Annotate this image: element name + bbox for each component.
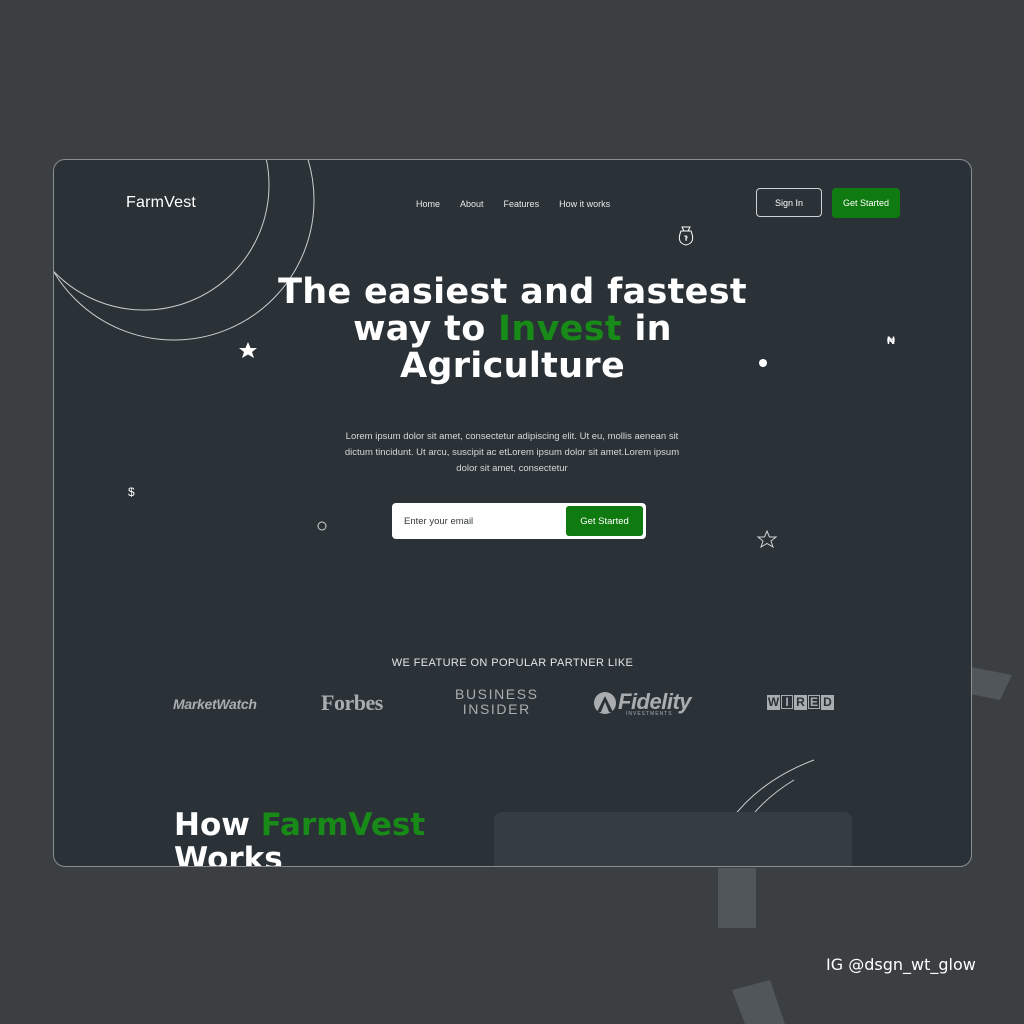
email-get-started-button[interactable]: Get Started [566,506,643,536]
hero-title-accent: Invest [498,309,622,349]
hero-description: Lorem ipsum dolor sit amet, consectetur … [344,431,680,474]
wired-letter: D [821,695,834,710]
watermark: IG @dsgn_wt_glow [826,955,976,974]
how-it-works-title: How FarmVest Works [174,807,426,867]
bi-line2: INSIDER [462,701,531,717]
hero-title-line2a: way to [353,309,499,349]
wired-letter: I [781,695,793,709]
star-outline-icon [756,529,778,549]
business-insider-logo: BUSINESS INSIDER [455,687,539,717]
wired-logo: W I R E D [767,695,834,710]
naira-icon: ₦ [887,335,895,347]
fidelity-pyramid-icon [594,692,616,714]
nav-about[interactable]: About [460,199,484,209]
how-it-works-card [494,812,852,866]
ring-icon [317,521,327,531]
bi-line1: BUSINESS [455,686,539,702]
fidelity-logo: Fidelity INVESTMENTS [592,689,692,717]
how-title-part1: How [174,807,261,843]
dollar-icon: $ [128,485,135,499]
marketwatch-logo: MarketWatch [173,696,257,712]
fidelity-wordmark: Fidelity [618,689,692,714]
brand-logo[interactable]: FarmVest [126,194,196,212]
wired-letter: W [767,695,780,710]
money-bag-icon [678,226,694,246]
sign-in-button[interactable]: Sign In [756,188,822,217]
landing-page-frame: FarmVest Home About Features How it work… [53,159,972,867]
main-nav: Home About Features How it works [416,199,630,209]
fidelity-subtitle: INVESTMENTS [626,711,673,717]
email-signup-form: Get Started [392,503,646,539]
get-started-button[interactable]: Get Started [832,188,900,218]
partners-heading: WE FEATURE ON POPULAR PARTNER LIKE [391,657,634,669]
nav-how-it-works[interactable]: How it works [559,199,610,209]
forbes-logo: Forbes [321,690,383,715]
hero-title-line3: Agriculture [399,346,625,386]
hero-title-line2b: in [621,309,672,349]
email-input[interactable] [392,503,562,539]
hero-title: The easiest and fastest way to Invest in… [254,274,771,385]
how-title-part2: Works [174,841,283,867]
nav-features[interactable]: Features [504,199,540,209]
nav-home[interactable]: Home [416,199,440,209]
hero-title-line1: The easiest and fastest [278,272,747,312]
wired-letter: E [808,695,820,709]
how-title-accent: FarmVest [260,807,426,843]
wired-letter: R [794,695,807,710]
decor-circle-small [54,160,270,311]
